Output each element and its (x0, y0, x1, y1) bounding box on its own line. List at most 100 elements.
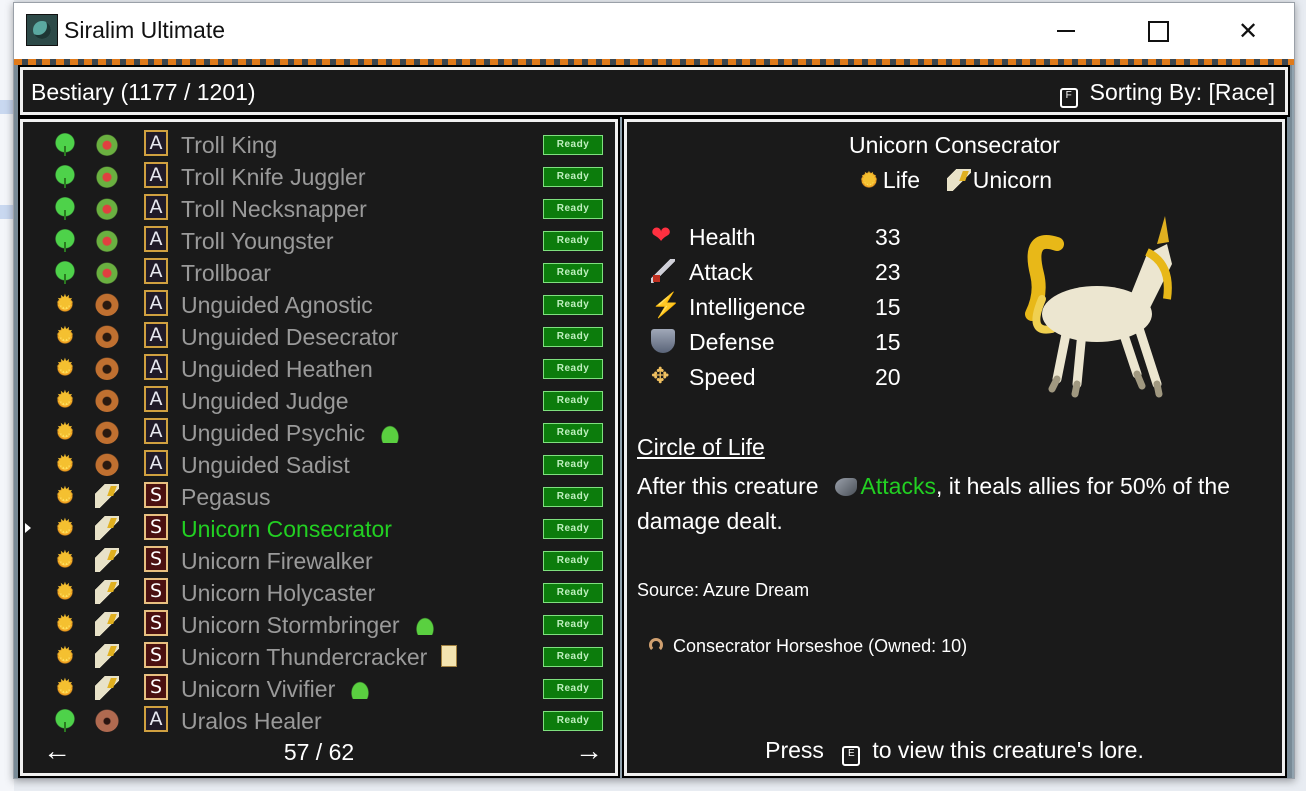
list-item[interactable]: A Unguided Agnostic Ready (23, 288, 615, 320)
life-class-icon (53, 674, 77, 700)
list-item[interactable]: A Trollboar Ready (23, 256, 615, 288)
creature-list-name: Unguided Psychic (181, 420, 402, 447)
stat-row: Defense 15 (651, 327, 931, 357)
list-item[interactable]: S Unicorn Thundercracker Ready (23, 640, 615, 672)
lore-press: Press (765, 737, 824, 763)
ready-badge: Ready (543, 167, 603, 187)
life-class-icon (53, 546, 77, 572)
rank-badge-icon: A (144, 194, 168, 220)
title-bar: Siralim Ultimate ✕ (14, 3, 1294, 59)
rank-badge-icon: S (144, 546, 168, 572)
troll-race-icon (95, 228, 119, 252)
list-item[interactable]: A Troll Knife Juggler Ready (23, 160, 615, 192)
minimize-button[interactable] (1020, 3, 1112, 59)
bestiary-header: Bestiary (1177 / 1201) F Sorting By: [Rac… (20, 67, 1288, 115)
stat-value: 15 (875, 294, 901, 320)
life-class-icon (53, 322, 77, 348)
ready-badge: Ready (543, 199, 603, 219)
creature-types: Life Unicorn (627, 167, 1282, 194)
ready-badge: Ready (543, 679, 603, 699)
close-button[interactable]: ✕ (1202, 3, 1294, 59)
creature-list-name: Troll Knife Juggler (181, 164, 366, 190)
ready-badge: Ready (543, 711, 603, 731)
list-item[interactable]: A Troll King Ready (23, 128, 615, 160)
game-viewport: Bestiary (1177 / 1201) F Sorting By: [Rac… (14, 59, 1294, 778)
slime-icon (349, 679, 372, 699)
creature-list-name: Unicorn Vivifier (181, 676, 372, 703)
life-class-icon (53, 450, 77, 476)
stat-row: ❤ Health 33 (651, 222, 931, 252)
ready-badge: Ready (543, 295, 603, 315)
next-page-arrow-icon[interactable]: → (575, 735, 603, 767)
ready-badge: Ready (543, 647, 603, 667)
trait-keyword[interactable]: Attacks (861, 473, 936, 499)
lore-text: to view this creature's lore. (872, 737, 1144, 763)
troll-race-icon (95, 196, 119, 220)
source-text: Source: Azure Dream (637, 580, 810, 600)
stat-row: ⚡ Intelligence 15 (651, 292, 931, 322)
creature-detail: Unicorn Consecrator Life Unicorn ❤ Health… (624, 119, 1285, 776)
list-item[interactable]: S Unicorn Consecrator Ready (23, 512, 615, 544)
background-app (0, 0, 14, 791)
unicorn-race-icon (95, 676, 119, 700)
unguided-race-icon (95, 420, 119, 444)
creature-list-name: Pegasus (181, 484, 271, 510)
life-class-icon (53, 290, 77, 316)
trait-text-start: After this creature (637, 473, 819, 499)
stat-label: Attack (689, 259, 753, 285)
maximize-button[interactable] (1112, 3, 1204, 59)
list-item[interactable]: A Uralos Healer Ready (23, 704, 615, 736)
rank-badge-icon: A (144, 130, 168, 156)
ready-badge: Ready (543, 231, 603, 251)
list-item[interactable]: A Unguided Heathen Ready (23, 352, 615, 384)
creature-list-name: Unicorn Firewalker (181, 548, 373, 574)
list-item[interactable]: S Pegasus Ready (23, 480, 615, 512)
rank-badge-icon: A (144, 162, 168, 188)
e-key-icon: E (842, 746, 861, 766)
app-icon (26, 14, 58, 46)
decorative-border (14, 59, 1294, 65)
sort-control[interactable]: F Sorting By: [Race] (1059, 79, 1275, 108)
rank-badge-icon: A (144, 418, 168, 444)
list-item[interactable]: A Troll Necksnapper Ready (23, 192, 615, 224)
list-item[interactable]: A Unguided Desecrator Ready (23, 320, 615, 352)
list-item[interactable]: S Unicorn Stormbringer Ready (23, 608, 615, 640)
slime-icon (413, 615, 436, 635)
sword-icon (651, 259, 675, 283)
horseshoe-icon (649, 638, 663, 652)
rank-badge-icon: S (144, 674, 168, 700)
life-class-icon (53, 354, 77, 380)
ready-badge: Ready (543, 327, 603, 347)
list-item[interactable]: S Unicorn Firewalker Ready (23, 544, 615, 576)
race-label: Unicorn (972, 167, 1053, 193)
trait-title: Circle of Life (637, 434, 765, 460)
page-indicator: 57 / 62 (283, 739, 355, 765)
creature-list-name: Unicorn Thundercracker (181, 644, 458, 671)
creature-list-name: Troll Necksnapper (181, 196, 367, 222)
creature-list: A Troll King Ready A Troll Knife Juggler Read… (20, 119, 618, 776)
life-class-icon (53, 578, 77, 604)
ready-badge: Ready (543, 423, 603, 443)
list-item[interactable]: S Unicorn Vivifier Ready (23, 672, 615, 704)
list-item[interactable]: A Unguided Sadist Ready (23, 448, 615, 480)
unguided-race-icon (95, 452, 119, 476)
creature-list-name: Unicorn Consecrator (181, 516, 392, 542)
rank-badge-icon: S (144, 642, 168, 668)
shield-icon (651, 329, 675, 353)
list-item[interactable]: A Unguided Judge Ready (23, 384, 615, 416)
creature-list-name: Unguided Sadist (181, 452, 350, 478)
heart-icon: ❤ (651, 222, 672, 249)
unicorn-sprite (1025, 216, 1172, 398)
list-item[interactable]: A Unguided Psychic Ready (23, 416, 615, 448)
nature-class-icon (53, 708, 77, 732)
list-item[interactable]: S Unicorn Holycaster Ready (23, 576, 615, 608)
list-item[interactable]: A Troll Youngster Ready (23, 224, 615, 256)
ready-badge: Ready (543, 551, 603, 571)
unicorn-race-icon (95, 548, 119, 572)
ready-badge: Ready (543, 487, 603, 507)
attack-keyword-icon (834, 478, 857, 496)
slime-icon (379, 423, 402, 443)
stat-label: Speed (689, 364, 756, 390)
troll-race-icon (95, 164, 119, 188)
nature-class-icon (53, 132, 77, 156)
